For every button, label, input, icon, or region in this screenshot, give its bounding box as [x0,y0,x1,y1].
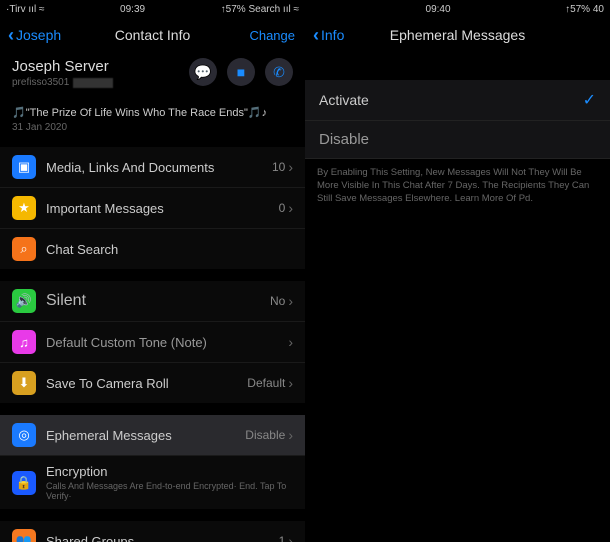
nav-bar: ‹ Joseph Contact Info Change [0,18,305,52]
disable-option[interactable]: Disable [305,121,610,159]
search-icon: ⌕ [12,237,36,261]
encryption-label: Encryption [46,464,293,479]
chevron-right-icon: › [288,334,293,350]
search-row[interactable]: ⌕ Chat Search [0,229,305,269]
bio-date: 31 Jan 2020 [12,122,293,133]
chevron-right-icon: › [288,159,293,175]
chevron-right-icon: › [288,375,293,391]
chevron-left-icon: ‹ [8,25,14,46]
encryption-sub: Calls And Messages Are End-to-end Encryp… [46,481,293,501]
chevron-right-icon: › [288,293,293,309]
speaker-icon: 🔊 [12,289,36,313]
video-call-button[interactable]: ■ [227,58,255,86]
tone-label: Default Custom Tone (Note) [46,335,278,350]
back-button[interactable]: ‹ Info [313,25,344,46]
important-label: Important Messages [46,201,269,216]
chevron-right-icon: › [288,533,293,542]
nav-bar: ‹ Info Ephemeral Messages [305,18,610,52]
call-button[interactable]: ✆ [265,58,293,86]
bio-text: 🎵"The Prize Of Life Wins Who The Race En… [12,106,293,119]
setting-hint: By Enabling This Setting, New Messages W… [305,159,610,213]
shared-groups-row[interactable]: 👥 Shared Groups 1› [0,521,305,542]
activate-option[interactable]: Activate ✓ [305,80,610,121]
important-row[interactable]: ★ Important Messages 0› [0,188,305,229]
encryption-row[interactable]: 🔒 Encryption Calls And Messages Are End-… [0,456,305,509]
status-time: 09:39 [120,4,145,15]
status-carrier: ·Tirv ııl ≈ [6,4,44,15]
chevron-right-icon: › [288,427,293,443]
status-bar: 09:40 ↑57% 40 [305,0,610,18]
tone-row[interactable]: ♫ Default Custom Tone (Note) › [0,322,305,363]
status-battery: ↑57% 40 [565,4,604,15]
media-row[interactable]: ▣ Media, Links And Documents 10› [0,147,305,188]
lock-icon: 🔒 [12,471,36,495]
search-label: Chat Search [46,242,293,257]
status-battery: ↑57% Search ııl ≈ [221,4,299,15]
checkmark-icon: ✓ [583,90,596,110]
chevron-left-icon: ‹ [313,25,319,46]
back-label: Joseph [16,27,61,43]
speech-icon: 💬 [194,64,211,81]
phone-icon: ✆ [273,64,285,81]
status-bar: ·Tirv ııl ≈ 09:39 ↑57% Search ııl ≈ [0,0,305,18]
chevron-right-icon: › [288,200,293,216]
status-time: 09:40 [426,4,451,15]
profile-header: Joseph Server prefisso3501 💬 ■ ✆ [0,52,305,102]
change-button[interactable]: Change [249,28,295,43]
back-label: Info [321,27,344,43]
bio-block: 🎵"The Prize Of Life Wins Who The Race En… [0,102,305,147]
music-icon: ♫ [12,330,36,354]
video-icon: ■ [237,64,245,80]
groups-label: Shared Groups [46,534,269,542]
media-icon: ▣ [12,155,36,179]
timer-icon: ◎ [12,423,36,447]
group-icon: 👥 [12,529,36,542]
camera-roll-row[interactable]: ⬇ Save To Camera Roll Default› [0,363,305,403]
page-title: Ephemeral Messages [305,27,610,43]
message-button[interactable]: 💬 [189,58,217,86]
ephemeral-label: Ephemeral Messages [46,428,235,443]
activate-label: Activate [319,92,583,108]
disable-label: Disable [319,131,596,148]
redacted-number [73,78,113,88]
download-icon: ⬇ [12,371,36,395]
silent-label: Silent [46,292,260,310]
camera-label: Save To Camera Roll [46,376,237,391]
ephemeral-row[interactable]: ◎ Ephemeral Messages Disable› [0,415,305,456]
star-icon: ★ [12,196,36,220]
back-button[interactable]: ‹ Joseph [8,25,61,46]
media-label: Media, Links And Documents [46,160,262,175]
silent-row[interactable]: 🔊 Silent No› [0,281,305,322]
